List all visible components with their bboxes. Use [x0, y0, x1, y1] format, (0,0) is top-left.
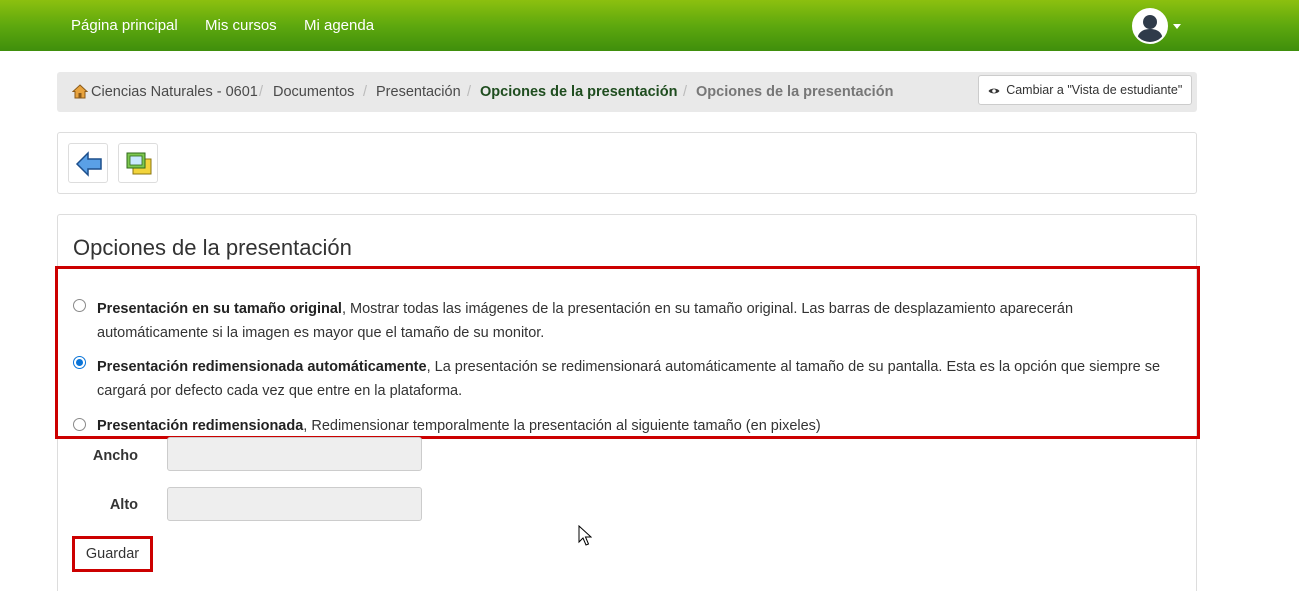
breadcrumb-current: Opciones de la presentación	[696, 84, 894, 100]
radio-custom-resize[interactable]	[73, 418, 86, 431]
width-label: Ancho	[92, 448, 138, 464]
breadcrumb-documents-link[interactable]: Documentos	[273, 72, 354, 112]
breadcrumb: Ciencias Naturales - 0601 / Documentos /…	[57, 72, 1197, 112]
height-label: Alto	[109, 497, 138, 513]
back-arrow-icon	[75, 151, 102, 177]
eye-icon	[988, 83, 1006, 97]
breadcrumb-presentation-link[interactable]: Presentación	[376, 72, 461, 112]
option-label: Presentación redimensionada	[97, 418, 304, 434]
option-label: Presentación redimensionada automáticame…	[97, 359, 427, 375]
radio-original-size[interactable]	[73, 299, 86, 312]
height-input[interactable]	[167, 487, 422, 521]
breadcrumb-separator: /	[683, 84, 688, 100]
nav-my-courses-link[interactable]: Mis cursos	[205, 0, 277, 51]
slideshow-icon	[126, 152, 152, 175]
option-custom-resize[interactable]: Presentación redimensionada, Redimension…	[73, 414, 1183, 438]
nav-home-link[interactable]: Página principal	[71, 0, 178, 51]
option-description: , Redimensionar temporalmente la present…	[303, 418, 821, 434]
actions-toolbar	[57, 132, 1197, 194]
breadcrumb-options-link[interactable]: Opciones de la presentación	[480, 72, 677, 112]
nav-my-agenda-link[interactable]: Mi agenda	[304, 0, 374, 51]
presentation-options-panel: Opciones de la presentación Presentación…	[57, 214, 1197, 591]
option-label: Presentación en su tamaño original	[97, 301, 342, 317]
chevron-down-icon[interactable]	[1173, 24, 1181, 29]
student-view-label: Cambiar a "Vista de estudiante"	[1006, 83, 1183, 97]
user-avatar-icon[interactable]	[1132, 8, 1168, 44]
option-auto-resize[interactable]: Presentación redimensionada automáticame…	[73, 355, 1183, 403]
home-icon[interactable]	[71, 84, 89, 103]
breadcrumb-separator: /	[259, 84, 264, 100]
slideshow-button[interactable]	[118, 143, 158, 183]
breadcrumb-separator: /	[467, 84, 472, 100]
radio-auto-resize[interactable]	[73, 356, 86, 369]
breadcrumb-course-link[interactable]: Ciencias Naturales - 0601	[91, 72, 258, 112]
student-view-button[interactable]: Cambiar a "Vista de estudiante"	[978, 75, 1192, 105]
save-button[interactable]: Guardar	[72, 536, 153, 572]
option-original-size[interactable]: Presentación en su tamaño original, Most…	[73, 297, 1183, 345]
width-input[interactable]	[167, 437, 422, 471]
top-navbar: Página principal Mis cursos Mi agenda	[0, 0, 1299, 51]
breadcrumb-separator: /	[363, 84, 368, 100]
back-button[interactable]	[68, 143, 108, 183]
panel-title: Opciones de la presentación	[73, 235, 352, 260]
mouse-cursor-icon	[578, 524, 593, 552]
